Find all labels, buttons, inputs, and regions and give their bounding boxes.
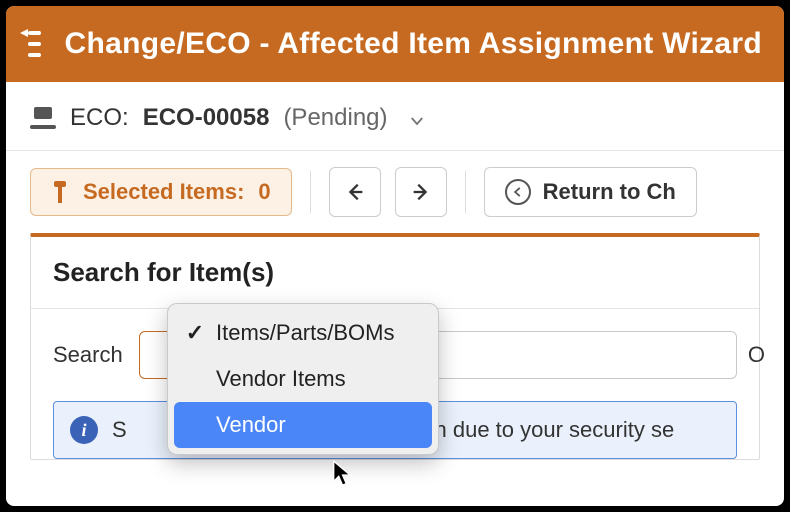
dropdown-option-label: Items/Parts/BOMs (216, 320, 394, 346)
app-frame: Change/ECO - Affected Item Assignment Wi… (6, 6, 784, 506)
search-panel: Search for Item(s) Search O ✓ Items/Part… (30, 233, 760, 460)
dropdown-option-items[interactable]: ✓ Items/Parts/BOMs (174, 310, 432, 356)
search-label: Search (53, 342, 123, 368)
selected-items-label: Selected Items: (83, 179, 244, 205)
prev-button[interactable] (329, 167, 381, 217)
dropdown-option-vendor-items[interactable]: Vendor Items (174, 356, 432, 402)
eco-icon (30, 107, 56, 129)
toolbar-divider-2 (465, 171, 466, 213)
return-label: Return to Ch (543, 179, 676, 205)
chevron-down-icon[interactable] (408, 109, 426, 127)
search-input[interactable] (395, 331, 737, 379)
toolbar-divider (310, 171, 311, 213)
page-title: Change/ECO - Affected Item Assignment Wi… (65, 27, 762, 61)
info-icon: i (70, 416, 98, 444)
pin-icon (51, 181, 69, 203)
search-type-dropdown: ✓ Items/Parts/BOMs Vendor Items Vendor (167, 303, 439, 455)
eco-id: ECO-00058 (143, 104, 270, 132)
return-button[interactable]: Return to Ch (484, 167, 697, 217)
mouse-cursor (332, 460, 358, 495)
panel-container: Search for Item(s) Search O ✓ Items/Part… (6, 233, 784, 460)
return-icon (505, 179, 531, 205)
eco-subheader: ECO: ECO-00058 (Pending) (6, 82, 784, 151)
info-text-prefix: S (112, 417, 127, 443)
panel-title: Search for Item(s) (31, 237, 759, 309)
header-bar: Change/ECO - Affected Item Assignment Wi… (6, 6, 784, 82)
check-icon: ✓ (184, 320, 206, 346)
selected-items-count: 0 (258, 179, 270, 205)
selected-items-pill[interactable]: Selected Items: 0 (30, 168, 292, 216)
eco-label: ECO: (70, 104, 129, 132)
menu-icon[interactable] (28, 31, 41, 57)
search-row: Search O ✓ Items/Parts/BOMs (31, 309, 759, 393)
toolbar: Selected Items: 0 Return to Ch (6, 151, 784, 233)
dropdown-option-label: Vendor (216, 412, 286, 438)
truncated-right: O (748, 342, 765, 368)
eco-status: (Pending) (283, 104, 387, 132)
dropdown-option-vendor[interactable]: Vendor (174, 402, 432, 448)
dropdown-option-label: Vendor Items (216, 366, 346, 392)
next-button[interactable] (395, 167, 447, 217)
